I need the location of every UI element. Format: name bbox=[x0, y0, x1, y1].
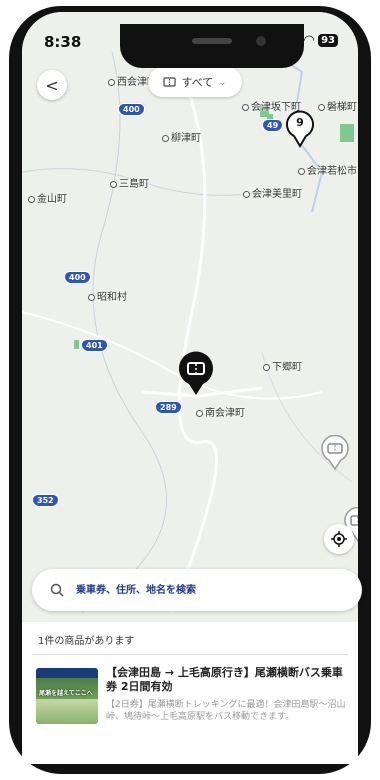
place-label: 南会津町 bbox=[196, 404, 245, 419]
wifi-icon: ◠ bbox=[304, 33, 315, 48]
divider bbox=[32, 654, 348, 655]
locate-icon bbox=[331, 531, 347, 547]
signal-icon: ▮▮▮ bbox=[278, 33, 301, 48]
cluster-marker[interactable]: 9 bbox=[285, 110, 315, 148]
filter-dropdown[interactable]: すべて ⌄ bbox=[148, 67, 242, 97]
map[interactable]: 西会津町 会津坂下町 磐梯町 柳津町 会津若松市 三島町 会津美里町 金山町 昭… bbox=[22, 12, 358, 622]
cluster-count: 9 bbox=[296, 116, 304, 129]
ticket-icon bbox=[163, 77, 177, 87]
search-bar[interactable] bbox=[32, 569, 362, 611]
product-description: 【2日券】尾瀬横断トレッキングに最適！会津田島駅〜沼山峠、鳩待峠〜上毛高原駅をバ… bbox=[106, 700, 346, 722]
thumbnail-caption: 尾瀬を越えてここへ bbox=[39, 690, 93, 697]
search-icon bbox=[50, 583, 64, 597]
route-shield: 400 bbox=[64, 271, 91, 284]
chevron-left-icon: < bbox=[45, 75, 59, 95]
product-thumbnail: 尾瀬を越えてここへ bbox=[36, 668, 98, 724]
place-label: 会津若松市 bbox=[298, 162, 357, 177]
filter-label: すべて bbox=[181, 76, 214, 89]
place-label: 磐梯町 bbox=[318, 98, 357, 113]
speaker bbox=[192, 38, 232, 44]
back-button[interactable]: < bbox=[37, 70, 67, 100]
place-label: 三島町 bbox=[110, 175, 149, 190]
ticket-marker[interactable] bbox=[320, 435, 350, 471]
route-shield: 401 bbox=[81, 339, 108, 352]
place-label: 会津美里町 bbox=[243, 185, 302, 200]
camera bbox=[256, 36, 266, 46]
place-label: 金山町 bbox=[28, 190, 67, 205]
route-shield: 289 bbox=[155, 401, 182, 414]
place-label: 昭和村 bbox=[88, 288, 127, 303]
route-shield: 49 bbox=[262, 119, 284, 132]
ticket-pin-icon bbox=[321, 435, 349, 471]
battery-level: 93 bbox=[318, 34, 338, 47]
locate-button[interactable] bbox=[324, 524, 354, 554]
route-shield: 352 bbox=[32, 494, 59, 507]
map-terrain bbox=[22, 12, 358, 622]
place-label: 柳津町 bbox=[162, 129, 201, 144]
results-sheet: 1件の商品があります 尾瀬を越えてここへ 【会津田島 → 上毛高原行き】尾瀬横断… bbox=[22, 622, 358, 764]
status-icons: ▮▮▮ ◠ 93 bbox=[279, 33, 338, 48]
search-input[interactable] bbox=[74, 583, 328, 597]
result-count: 1件の商品があります bbox=[38, 636, 135, 647]
route-shield: 400 bbox=[118, 103, 145, 116]
status-time: 8:38 bbox=[44, 33, 82, 51]
selected-ticket-marker[interactable] bbox=[177, 351, 215, 397]
place-label: 下郷町 bbox=[263, 358, 302, 373]
product-title[interactable]: 【会津田島 → 上毛高原行き】尾瀬横断バス乗車券 2日間有効 bbox=[106, 666, 348, 694]
notch bbox=[120, 24, 304, 68]
thumbnail-banner bbox=[36, 668, 98, 678]
chevron-down-icon: ⌄ bbox=[218, 76, 227, 88]
ticket-pin-icon bbox=[179, 351, 213, 395]
